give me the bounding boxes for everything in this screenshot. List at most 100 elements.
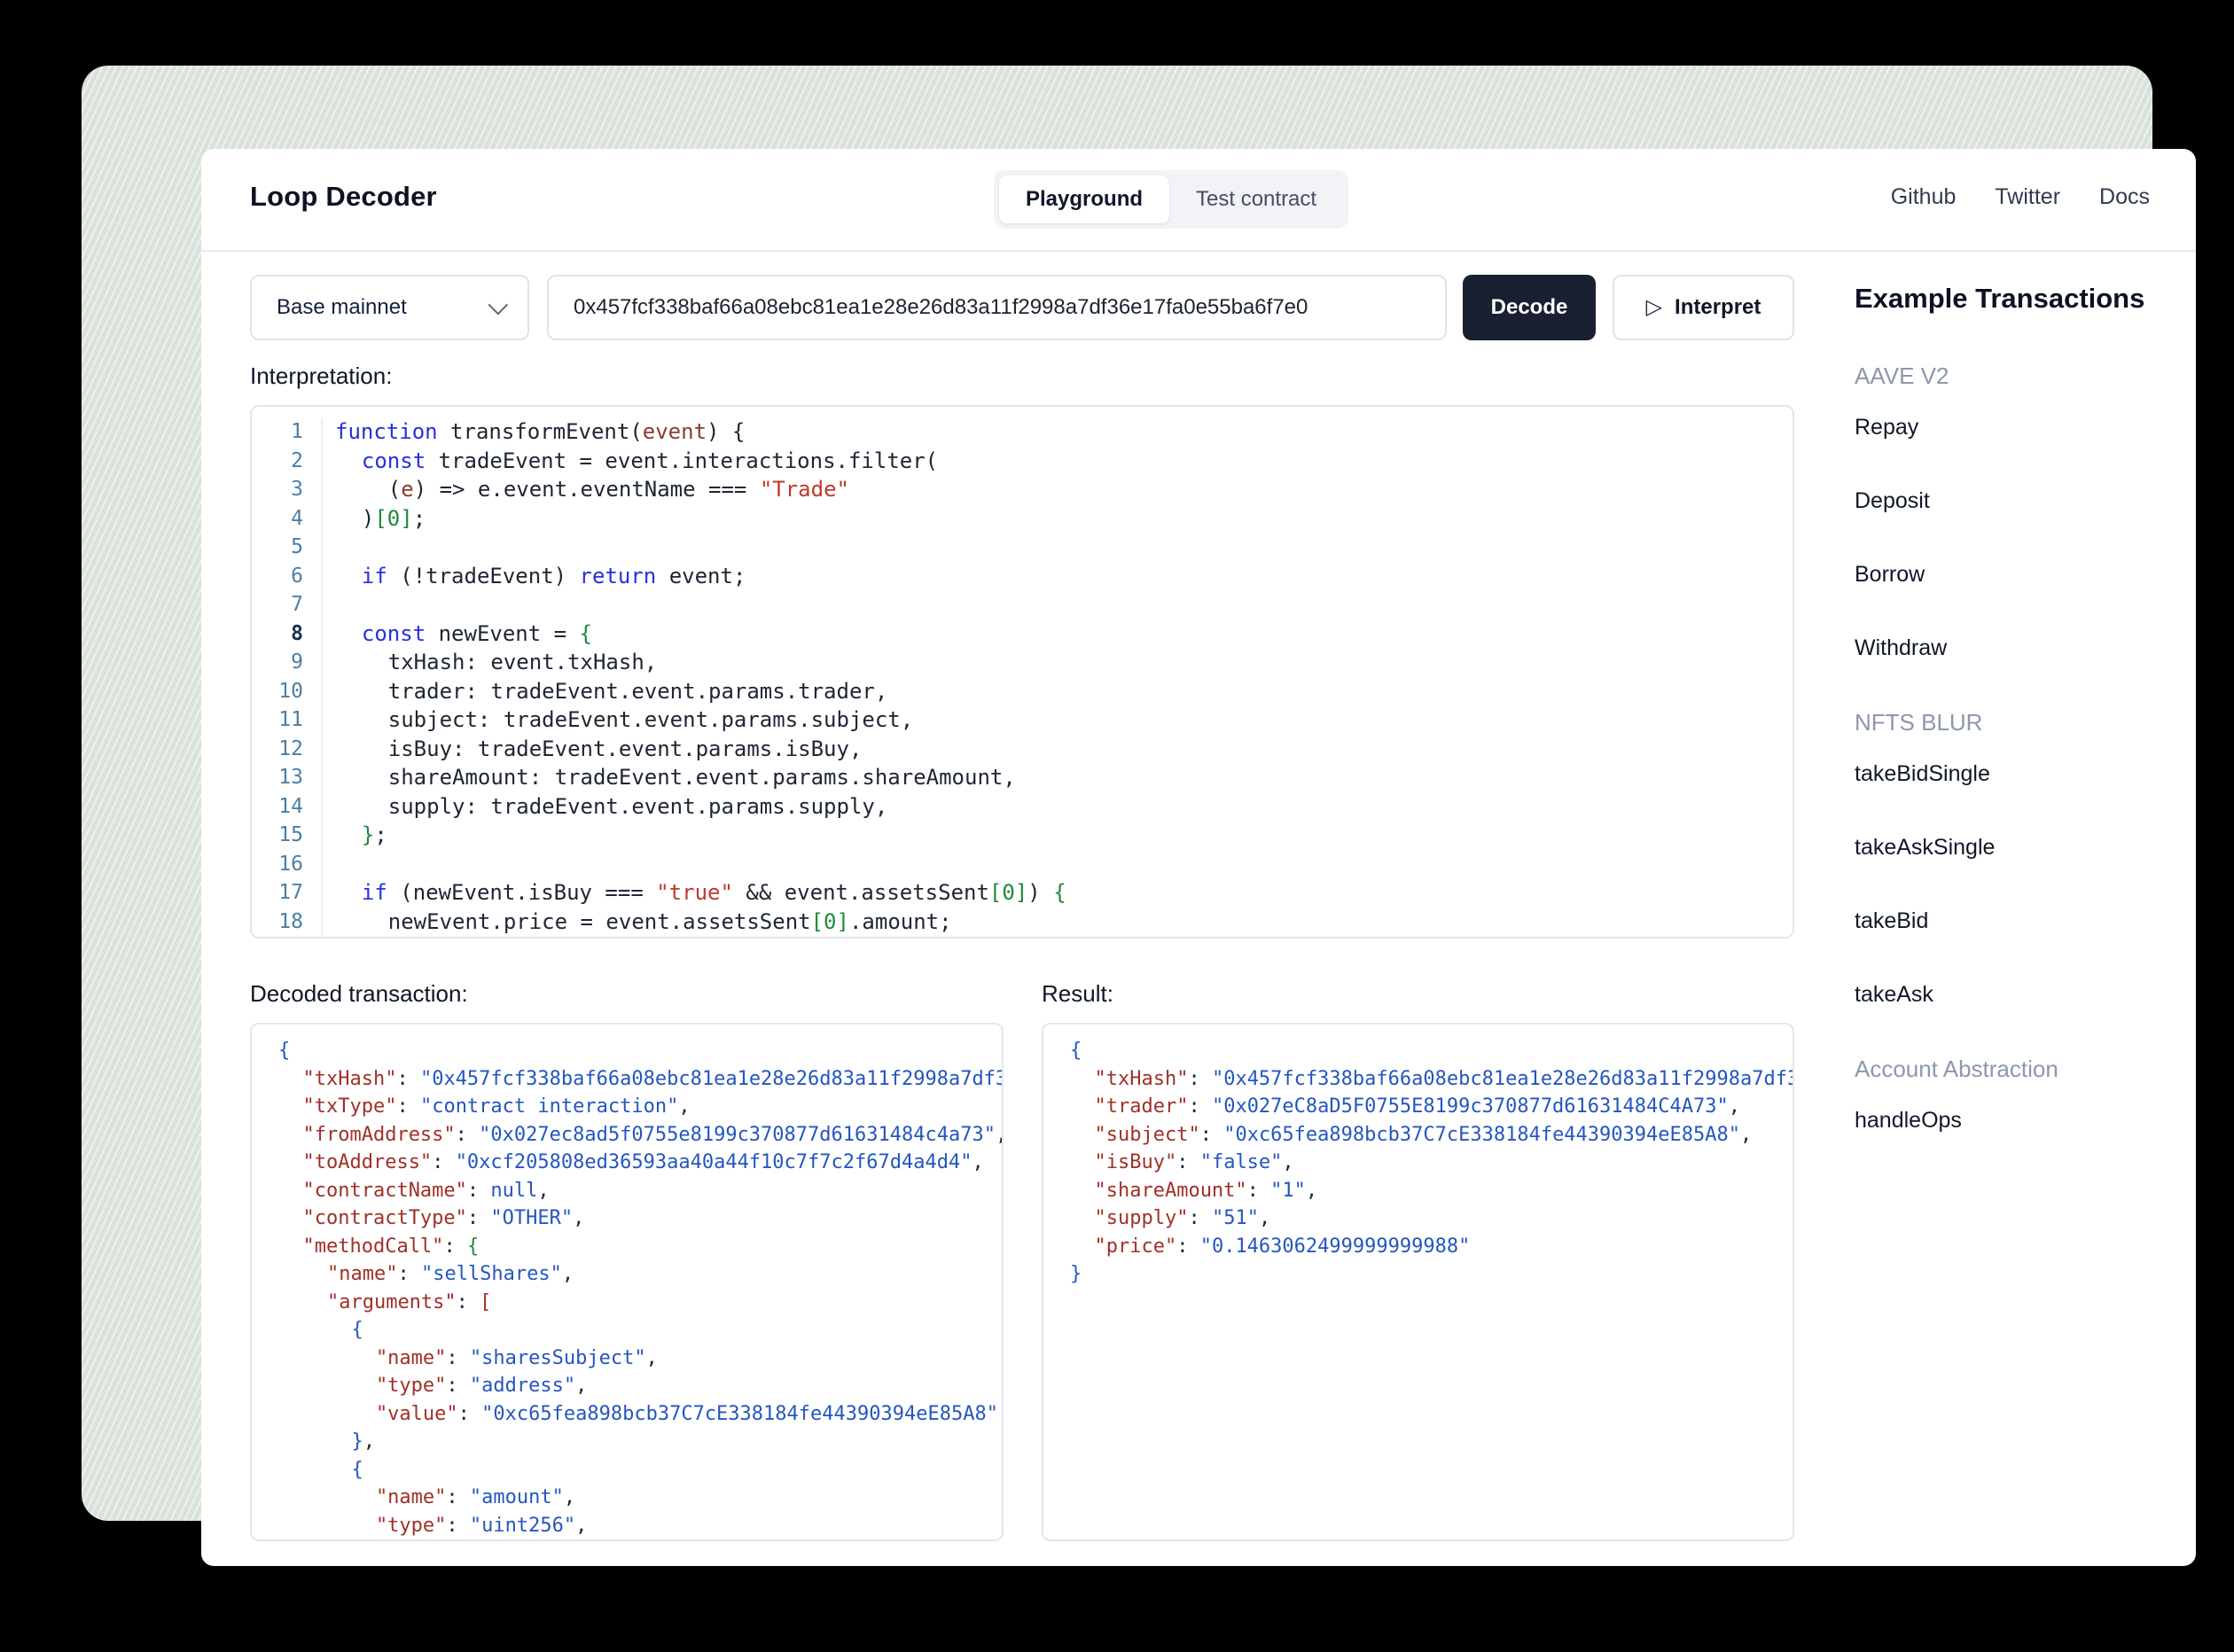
line-number: 18 <box>252 908 321 937</box>
line-number: 11 <box>252 705 321 735</box>
line-number: 19 <box>252 936 321 939</box>
chevron-down-icon <box>488 295 509 316</box>
json-line: "fromAddress": "0x027ec8ad5f0755e8199c37… <box>278 1121 1002 1149</box>
decoded-transaction-panel[interactable]: { "txHash": "0x457fcf338baf66a08ebc81ea1e… <box>250 1023 1004 1541</box>
code-line: 16 <box>252 850 1793 879</box>
example-tx-Borrow[interactable]: Borrow <box>1855 562 2196 588</box>
json-line: "name": "sellShares", <box>278 1260 1002 1289</box>
header-link-github[interactable]: Github <box>1891 184 1957 210</box>
json-line: } <box>1070 1260 1793 1289</box>
sidebar-section-account-abstraction: Account Abstraction <box>1855 1056 2196 1083</box>
json-line: }, <box>278 1428 1002 1456</box>
example-tx-Withdraw[interactable]: Withdraw <box>1855 635 2196 661</box>
line-number: 2 <box>252 447 321 476</box>
header-links: Github Twitter Docs <box>1891 184 2150 210</box>
json-line: "type": "uint256", <box>278 1512 1002 1540</box>
json-line: "subject": "0xc65fea898bcb37C7cE338184fe… <box>1070 1121 1793 1149</box>
json-line: "methodCall": { <box>278 1233 1002 1261</box>
sidebar-section-aave-v2: AAVE V2 <box>1855 362 2196 390</box>
code-line: 14supply: tradeEvent.event.params.supply… <box>252 792 1793 822</box>
line-number: 7 <box>252 590 321 620</box>
network-select[interactable]: Base mainnet <box>250 275 529 340</box>
line-number: 3 <box>252 475 321 504</box>
example-transactions-sidebar: Example Transactions AAVE V2 Repay Deposit… <box>1855 283 2196 1134</box>
app-card: Loop Decoder PlaygroundTest contract Git… <box>201 149 2196 1566</box>
header-link-twitter[interactable]: Twitter <box>1995 184 2060 210</box>
line-number: 4 <box>252 504 321 534</box>
line-number: 5 <box>252 533 321 562</box>
json-line: { <box>278 1316 1002 1344</box>
code-line: 2const tradeEvent = event.interactions.f… <box>252 447 1793 476</box>
line-number: 16 <box>252 850 321 879</box>
code-line: 12isBuy: tradeEvent.event.params.isBuy, <box>252 735 1793 764</box>
code-line: 11subject: tradeEvent.event.params.subje… <box>252 705 1793 735</box>
line-number: 9 <box>252 648 321 677</box>
json-line: "value": "1" <box>278 1539 1002 1541</box>
tab-test-contract[interactable]: Test contract <box>1169 175 1343 223</box>
json-line: { <box>1070 1037 1793 1065</box>
mode-tab-group: PlaygroundTest contract <box>994 170 1348 229</box>
decode-button[interactable]: Decode <box>1463 275 1596 340</box>
interpret-button-label: Interpret <box>1675 295 1761 320</box>
decoded-transaction-label: Decoded transaction: <box>250 980 468 1008</box>
json-line: "trader": "0x027eC8aD5F0755E8199c370877d… <box>1070 1093 1793 1121</box>
play-icon: ▷ <box>1646 294 1662 320</box>
code-line: 17if (newEvent.isBuy === "true" && event… <box>252 878 1793 908</box>
json-line: "name": "amount", <box>278 1484 1002 1512</box>
result-panel[interactable]: {"txHash": "0x457fcf338baf66a08ebc81ea1e… <box>1042 1023 1794 1541</box>
json-line: "name": "sharesSubject", <box>278 1344 1002 1373</box>
json-line: "toAddress": "0xcf205808ed36593aa40a44f1… <box>278 1149 1002 1177</box>
json-line: "supply": "51", <box>1070 1204 1793 1233</box>
json-line: "arguments": [ <box>278 1289 1002 1317</box>
code-line: 8const newEvent = { <box>252 620 1793 649</box>
result-label: Result: <box>1042 980 1113 1008</box>
json-line: "price": "0.1463062499999999988" <box>1070 1233 1793 1261</box>
code-line: 5 <box>252 533 1793 562</box>
header-link-docs[interactable]: Docs <box>2099 184 2150 210</box>
line-number: 12 <box>252 735 321 764</box>
app-header: Loop Decoder PlaygroundTest contract Git… <box>201 149 2196 252</box>
interpretation-label: Interpretation: <box>250 362 392 390</box>
line-number: 15 <box>252 821 321 850</box>
example-tx-takeBidSingle[interactable]: takeBidSingle <box>1855 761 2196 787</box>
code-line: 6if (!tradeEvent) return event; <box>252 562 1793 591</box>
code-line: 1function transformEvent(event) { <box>252 417 1793 447</box>
json-line: "contractType": "OTHER", <box>278 1204 1002 1233</box>
interpret-button[interactable]: ▷ Interpret <box>1613 275 1794 340</box>
code-line: 7 <box>252 590 1793 620</box>
code-line: 19} <box>252 936 1793 939</box>
line-number: 10 <box>252 677 321 706</box>
json-line: "type": "address", <box>278 1372 1002 1400</box>
decode-controls: Base mainnet Decode ▷ Interpret <box>250 275 1917 340</box>
example-tx-handleOps[interactable]: handleOps <box>1855 1108 2196 1134</box>
line-number: 13 <box>252 763 321 792</box>
sidebar-section-nfts-blur: NFTS BLUR <box>1855 709 2196 736</box>
tx-hash-input[interactable] <box>547 275 1447 340</box>
json-line: "txHash": "0x457fcf338baf66a08ebc81ea1e2… <box>278 1065 1002 1094</box>
code-line: 10trader: tradeEvent.event.params.trader… <box>252 677 1793 706</box>
page-frame: Loop Decoder PlaygroundTest contract Git… <box>82 66 2152 1521</box>
line-number: 6 <box>252 562 321 591</box>
example-tx-Repay[interactable]: Repay <box>1855 415 2196 440</box>
json-line: "shareAmount": "1", <box>1070 1177 1793 1205</box>
json-line: "txType": "contract interaction", <box>278 1093 1002 1121</box>
example-tx-takeAsk[interactable]: takeAsk <box>1855 982 2196 1008</box>
app-title: Loop Decoder <box>250 181 437 213</box>
code-line: 15}; <box>252 821 1793 850</box>
line-number: 1 <box>252 417 321 447</box>
network-select-value: Base mainnet <box>277 295 407 320</box>
code-line: 4)[0]; <box>252 504 1793 534</box>
example-tx-takeBid[interactable]: takeBid <box>1855 908 2196 934</box>
example-tx-takeAskSingle[interactable]: takeAskSingle <box>1855 835 2196 861</box>
interpretation-code-editor[interactable]: 1function transformEvent(event) {2const … <box>250 405 1794 939</box>
tab-playground[interactable]: Playground <box>999 175 1169 223</box>
code-line: 3(e) => e.event.eventName === "Trade" <box>252 475 1793 504</box>
json-line: "value": "0xc65fea898bcb37C7cE338184fe44… <box>278 1400 1002 1429</box>
code-line: 18newEvent.price = event.assetsSent[0].a… <box>252 908 1793 937</box>
sidebar-title: Example Transactions <box>1855 283 2196 315</box>
json-line: "isBuy": "false", <box>1070 1149 1793 1177</box>
example-tx-Deposit[interactable]: Deposit <box>1855 488 2196 514</box>
code-line: 13shareAmount: tradeEvent.event.params.s… <box>252 763 1793 792</box>
code-line: 9txHash: event.txHash, <box>252 648 1793 677</box>
line-number: 14 <box>252 792 321 822</box>
